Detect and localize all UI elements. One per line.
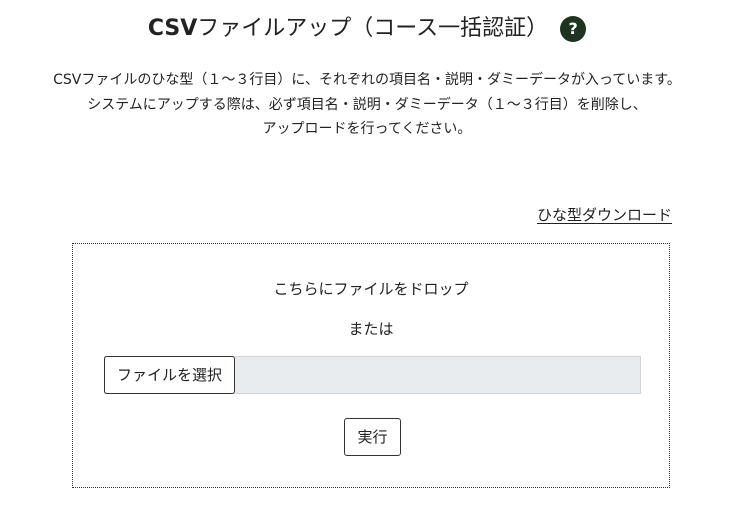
description-line-3: アップロードを行ってください。	[262, 121, 472, 137]
file-input-row: ファイルを選択	[104, 356, 641, 394]
description: CSVファイルのひな型（１～３行目）に、それぞれの項目名・説明・ダミーデータが入…	[6, 68, 728, 142]
file-drop-zone[interactable]: こちらにファイルをドロップ または ファイルを選択 実行	[72, 243, 670, 488]
page-title-rest: ファイルアップ（コース一括認証）	[197, 16, 549, 41]
page-title-prefix: CSV	[147, 16, 198, 41]
title-row: CSVファイルアップ（コース一括認証） ?	[0, 12, 734, 46]
or-text: または	[348, 320, 394, 338]
csv-upload-page: CSVファイルアップ（コース一括認証） ? CSVファイルのひな型（１～３行目）…	[0, 0, 734, 505]
template-download-link[interactable]: ひな型ダウンロード	[537, 204, 672, 226]
choose-file-button[interactable]: ファイルを選択	[104, 356, 236, 394]
description-line-2: システムにアップする際は、必ず項目名・説明・ダミーデータ（１～３行目）を削除し、	[87, 96, 647, 113]
drop-instruction: こちらにファイルをドロップ	[273, 280, 469, 298]
run-button[interactable]: 実行	[344, 418, 401, 456]
page-title: CSVファイルアップ（コース一括認証）	[148, 12, 548, 46]
description-line-1: CSVファイルのひな型（１～３行目）に、それぞれの項目名・説明・ダミーデータが入…	[53, 72, 681, 88]
help-icon[interactable]: ?	[560, 16, 587, 42]
